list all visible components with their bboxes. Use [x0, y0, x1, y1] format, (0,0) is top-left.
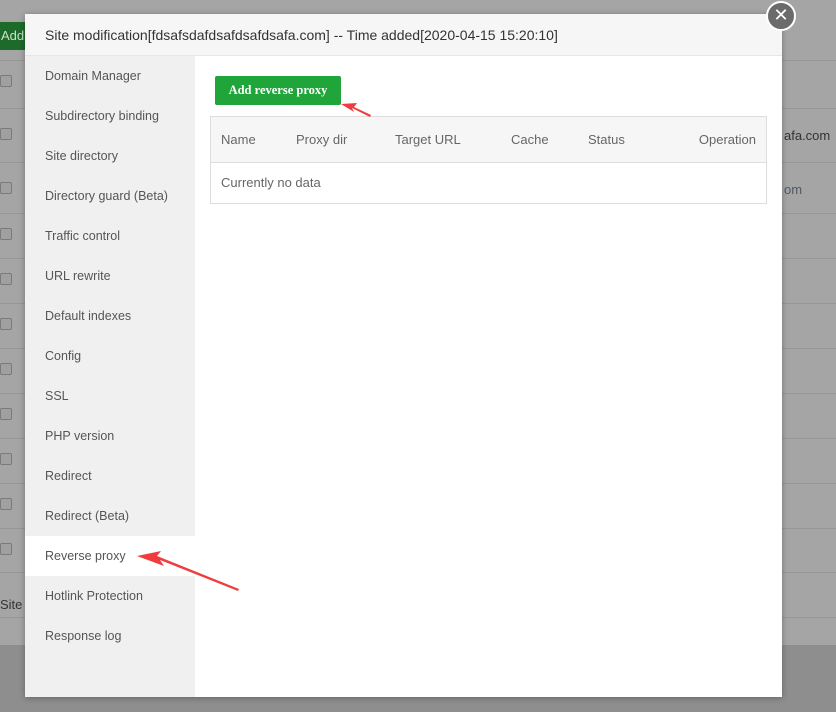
sidebar-item-default-indexes[interactable]: Default indexes [25, 296, 195, 336]
background-checkbox [0, 75, 12, 87]
sidebar-item-redirect-beta[interactable]: Redirect (Beta) [25, 496, 195, 536]
empty-table-message: Currently no data [221, 175, 321, 190]
background-checkbox [0, 408, 12, 420]
add-reverse-proxy-button[interactable]: Add reverse proxy [215, 76, 341, 105]
background-checkbox [0, 273, 12, 285]
settings-sidebar: Domain Manager Subdirectory binding Site d… [25, 56, 195, 697]
background-checkbox [0, 128, 12, 140]
background-domain-text: afa.com [784, 128, 831, 143]
background-checkbox [0, 182, 12, 194]
sidebar-item-directory-guard-beta[interactable]: Directory guard (Beta) [25, 176, 195, 216]
sidebar-item-ssl[interactable]: SSL [25, 376, 195, 416]
column-cache: Cache [511, 132, 549, 147]
sidebar-item-site-directory[interactable]: Site directory [25, 136, 195, 176]
sidebar-item-url-rewrite[interactable]: URL rewrite [25, 256, 195, 296]
sidebar-item-response-log[interactable]: Response log [25, 616, 195, 656]
sidebar-item-traffic-control[interactable]: Traffic control [25, 216, 195, 256]
dialog-title: Site modification[fdsafsdafdsafdsafdsafa… [25, 14, 782, 56]
background-checkbox [0, 498, 12, 510]
sidebar-item-subdirectory-binding[interactable]: Subdirectory binding [25, 96, 195, 136]
sidebar-item-hotlink-protection[interactable]: Hotlink Protection [25, 576, 195, 616]
background-checkbox [0, 453, 12, 465]
column-status: Status [588, 132, 625, 147]
sidebar-item-domain-manager[interactable]: Domain Manager [25, 56, 195, 96]
background-site-label: Site [0, 597, 23, 612]
table-header: Name Proxy dir Target URL Cache Status O… [211, 117, 766, 163]
reverse-proxy-table: Name Proxy dir Target URL Cache Status O… [210, 116, 767, 204]
sidebar-item-redirect[interactable]: Redirect [25, 456, 195, 496]
column-proxy-dir: Proxy dir [296, 132, 348, 147]
background-domain-text: om [784, 182, 803, 197]
column-target-url: Target URL [395, 132, 461, 147]
reverse-proxy-panel: Add reverse proxy Name Proxy dir Target … [195, 56, 782, 697]
background-checkbox [0, 318, 12, 330]
background-checkbox [0, 228, 12, 240]
background-checkbox [0, 543, 12, 555]
sidebar-item-config[interactable]: Config [25, 336, 195, 376]
column-name: Name [221, 132, 256, 147]
background-add-button: Add [0, 22, 26, 50]
sidebar-item-php-version[interactable]: PHP version [25, 416, 195, 456]
sidebar-item-reverse-proxy[interactable]: Reverse proxy [25, 536, 195, 576]
site-modification-dialog: Site modification[fdsafsdafdsafdsafdsafa… [25, 14, 782, 697]
close-icon[interactable]: ✕ [766, 1, 796, 31]
background-checkbox [0, 363, 12, 375]
column-operation: Operation [698, 132, 756, 147]
